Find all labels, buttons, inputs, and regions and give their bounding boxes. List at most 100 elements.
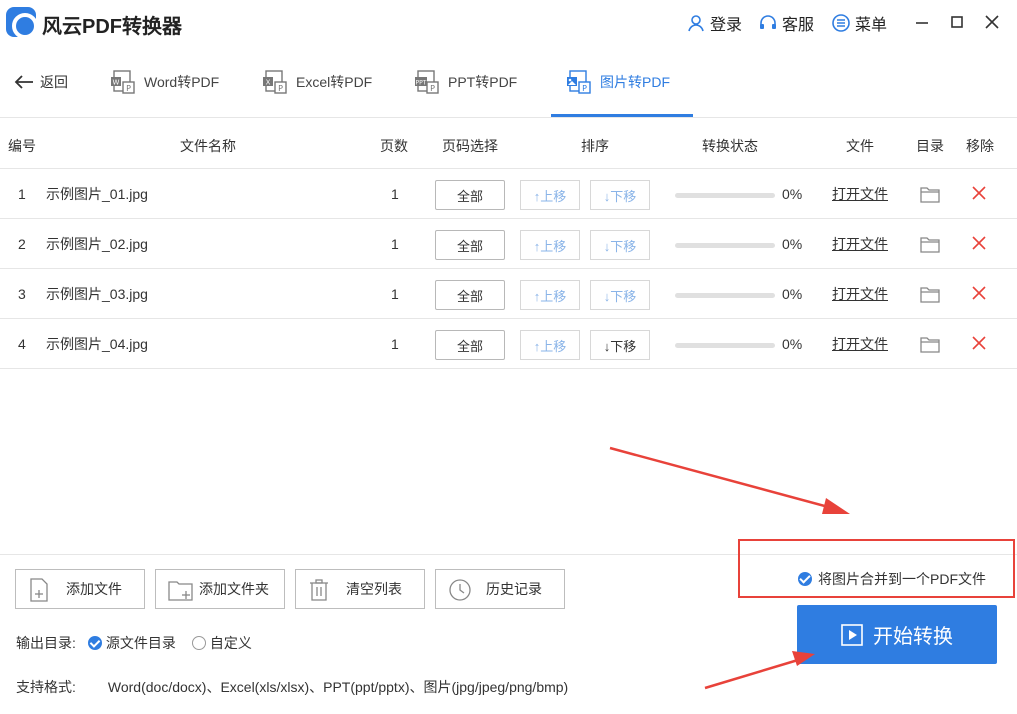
open-file-link[interactable]: 打开文件 <box>832 219 888 269</box>
output-dir-label: 输出目录: <box>16 635 76 651</box>
open-file-link[interactable]: 打开文件 <box>832 269 888 319</box>
clear-list-button[interactable]: 清空列表 <box>295 569 425 609</box>
user-icon <box>688 15 704 32</box>
page-select-button[interactable]: 全部 <box>435 180 505 210</box>
move-down-button[interactable]: ↓下移 <box>590 230 650 260</box>
row-file-name: 示例图片_03.jpg <box>46 286 148 302</box>
tab-excel-to-pdf[interactable]: XP Excel转PDF <box>262 46 372 117</box>
tab-image-to-pdf[interactable]: P 图片转PDF <box>566 46 670 117</box>
radio-unchecked-icon <box>191 636 206 650</box>
svg-text:P: P <box>430 84 435 93</box>
move-up-button[interactable]: ↑上移 <box>520 230 580 260</box>
play-icon <box>841 623 863 646</box>
app-logo-icon <box>6 7 38 39</box>
header-sort: 排序 <box>581 138 609 154</box>
remove-icon[interactable] <box>972 336 986 350</box>
move-up-button[interactable]: ↑上移 <box>520 280 580 310</box>
add-folder-button[interactable]: 添加文件夹 <box>155 569 285 609</box>
ppt-file-icon: PPTP <box>415 69 439 94</box>
row-index: 4 <box>18 336 26 352</box>
progress-percent: 0% <box>782 186 803 202</box>
move-down-button[interactable]: ↓下移 <box>590 280 650 310</box>
row-pages: 1 <box>391 336 399 352</box>
tab-word-to-pdf[interactable]: WP Word转PDF <box>110 46 219 117</box>
move-down-button[interactable]: ↓下移 <box>590 330 650 360</box>
add-file-button[interactable]: 添加文件 <box>15 569 145 609</box>
header-status: 转换状态 <box>702 138 758 154</box>
page-select-button[interactable]: 全部 <box>435 280 505 310</box>
radio-source-dir[interactable]: 源文件目录 <box>87 633 176 653</box>
progress-percent: 0% <box>782 336 803 352</box>
radio-source-dir-label: 源文件目录 <box>105 635 176 651</box>
svg-text:P: P <box>278 84 283 93</box>
move-up-button[interactable]: ↑上移 <box>520 180 580 210</box>
excel-file-icon: XP <box>263 69 287 94</box>
svg-text:P: P <box>582 84 587 93</box>
header-pages: 页数 <box>380 138 408 154</box>
menu-button[interactable]: 菜单 <box>831 12 887 34</box>
svg-text:P: P <box>126 84 131 93</box>
conversion-progress-bar <box>675 293 775 298</box>
supported-formats: 支持格式: Word(doc/docx)、Excel(xls/xlsx)、PPT… <box>16 677 568 697</box>
table-row: 2 示例图片_02.jpg 1 全部 ↑上移 ↓下移 0% 打开文件 <box>0 219 1017 269</box>
header-page-select: 页码选择 <box>442 138 498 154</box>
merge-checkbox[interactable]: 将图片合并到一个PDF文件 <box>798 569 986 589</box>
conversion-progress-bar <box>675 193 775 198</box>
service-label: 客服 <box>782 17 815 34</box>
progress-percent: 0% <box>782 286 803 302</box>
service-button[interactable]: 客服 <box>758 12 814 34</box>
folder-icon[interactable] <box>920 335 940 353</box>
title-bar: 风云PDF转换器 登录 客服 菜单 <box>0 0 1017 46</box>
row-index: 3 <box>18 286 26 302</box>
page-select-button[interactable]: 全部 <box>435 230 505 260</box>
formats-value: Word(doc/docx)、Excel(xls/xlsx)、PPT(ppt/p… <box>107 679 569 695</box>
minimize-icon <box>916 22 928 24</box>
maximize-icon <box>951 16 963 28</box>
minimize-button[interactable] <box>910 10 934 34</box>
conversion-progress-bar <box>675 343 775 348</box>
tab-excel-to-pdf-label: Excel转PDF <box>296 73 373 90</box>
back-label: 返回 <box>40 74 68 90</box>
image-file-icon: P <box>567 69 591 94</box>
history-button[interactable]: 历史记录 <box>435 569 565 609</box>
row-pages: 1 <box>391 186 399 202</box>
open-file-link[interactable]: 打开文件 <box>832 169 888 219</box>
move-up-button[interactable]: ↑上移 <box>520 330 580 360</box>
header-name: 文件名称 <box>180 138 236 154</box>
output-dir-row: 输出目录: 源文件目录 自定义 <box>16 633 252 653</box>
row-pages: 1 <box>391 236 399 252</box>
tab-ppt-to-pdf[interactable]: PPT P PPT转PDF <box>414 46 517 117</box>
back-button[interactable]: 返回 <box>14 72 68 92</box>
move-down-button[interactable]: ↓下移 <box>590 180 650 210</box>
menu-label: 菜单 <box>855 17 888 34</box>
row-pages: 1 <box>391 286 399 302</box>
start-convert-label: 开始转换 <box>873 626 953 648</box>
row-index: 2 <box>18 236 26 252</box>
radio-custom-dir-label: 自定义 <box>209 635 252 651</box>
clear-list-label: 清空列表 <box>346 581 402 597</box>
progress-percent: 0% <box>782 236 803 252</box>
row-file-name: 示例图片_02.jpg <box>46 236 148 252</box>
open-file-link[interactable]: 打开文件 <box>832 319 888 369</box>
login-label: 登录 <box>710 17 743 34</box>
start-convert-button[interactable]: 开始转换 <box>797 605 997 664</box>
word-file-icon: WP <box>111 69 135 94</box>
row-file-name: 示例图片_04.jpg <box>46 336 148 352</box>
maximize-button[interactable] <box>945 10 969 34</box>
tab-ppt-to-pdf-label: PPT转PDF <box>448 73 518 90</box>
page-select-button[interactable]: 全部 <box>435 330 505 360</box>
radio-checked-icon <box>87 636 102 650</box>
remove-icon[interactable] <box>972 186 986 200</box>
folder-icon[interactable] <box>920 235 940 253</box>
close-button[interactable] <box>980 10 1004 34</box>
close-icon <box>985 15 999 29</box>
folder-icon[interactable] <box>920 185 940 203</box>
remove-icon[interactable] <box>972 236 986 250</box>
login-button[interactable]: 登录 <box>686 12 742 34</box>
header-remove: 移除 <box>966 138 994 154</box>
active-tab-underline <box>551 114 693 117</box>
table-row: 4 示例图片_04.jpg 1 全部 ↑上移 ↓下移 0% 打开文件 <box>0 319 1017 369</box>
folder-icon[interactable] <box>920 285 940 303</box>
remove-icon[interactable] <box>972 286 986 300</box>
radio-custom-dir[interactable]: 自定义 <box>191 633 252 653</box>
